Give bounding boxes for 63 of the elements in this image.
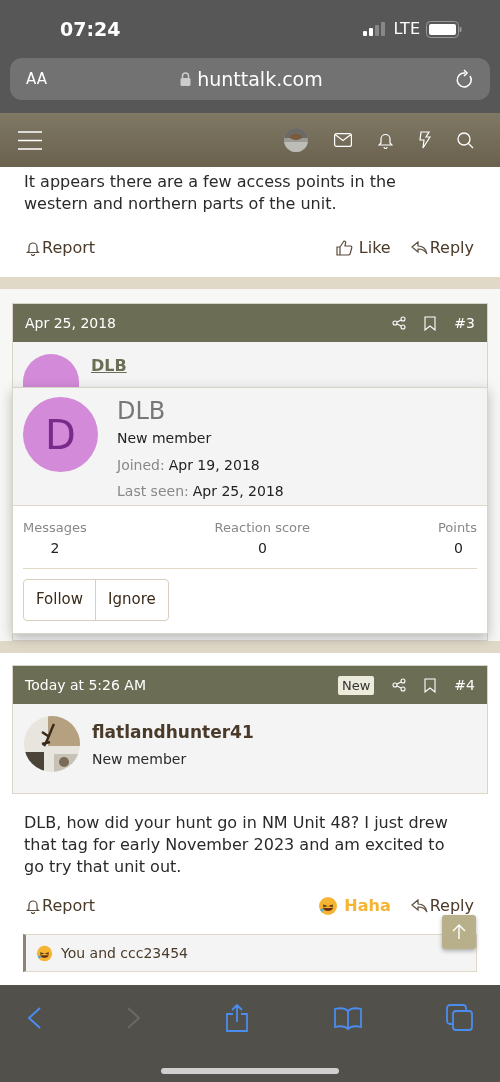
address-bar[interactable]: AA hunttalk.com — [10, 58, 490, 100]
reactions-bar[interactable]: You and ccc23454 — [23, 934, 477, 972]
stat-label: Reaction score — [214, 519, 311, 537]
bookmarks-icon[interactable] — [332, 1006, 363, 1030]
text-size-button[interactable]: AA — [26, 67, 47, 91]
joined-date: Apr 19, 2018 — [168, 456, 260, 475]
bell-icon[interactable] — [378, 131, 393, 149]
stat-label: Messages — [23, 519, 87, 537]
stat-value: 0 — [257, 538, 267, 558]
member-title: New member — [92, 749, 188, 769]
status-time: 07:24 — [60, 16, 121, 42]
bookmark-icon[interactable] — [424, 315, 437, 331]
member-title: New member — [117, 429, 213, 448]
stat-value: 0 — [454, 538, 464, 558]
laughing-emoji-icon — [36, 944, 53, 962]
member-action-button[interactable]: Ignore — [95, 579, 168, 620]
post-text: It appears there are a few access points in the western and northern parts of the unit. — [23, 171, 397, 215]
post-text: DLB, how did your hunt go in NM Unit 48? I just drew that tag for early November 2023 and am excited to go try that unit out. — [23, 812, 449, 878]
lightning-icon[interactable] — [419, 131, 431, 149]
network-label: LTE — [393, 18, 420, 40]
reply-icon — [410, 241, 428, 255]
battery-icon — [426, 20, 462, 38]
post-date[interactable]: Today at 5:26 AM — [25, 674, 146, 696]
search-icon[interactable] — [457, 131, 474, 149]
report-link[interactable]: Report — [26, 894, 96, 918]
author-link[interactable]: DLB — [91, 354, 127, 374]
author-name[interactable]: flatlandhunter41 — [92, 720, 254, 746]
reply-link[interactable]: Reply — [410, 236, 474, 260]
member-action-button[interactable]: Follow — [24, 579, 96, 620]
post-number[interactable]: #3 — [454, 312, 475, 334]
mail-icon[interactable] — [334, 133, 352, 147]
reply-link[interactable]: Reply — [410, 894, 474, 918]
thumbs-up-icon — [335, 240, 353, 256]
stat-label: Points — [437, 519, 477, 537]
avatar[interactable] — [23, 354, 79, 387]
share-icon[interactable] — [225, 1003, 249, 1033]
share-icon[interactable] — [392, 316, 407, 330]
post-number[interactable]: #4 — [454, 674, 475, 696]
back-icon[interactable] — [26, 1006, 42, 1030]
menu-icon[interactable] — [18, 130, 42, 150]
arrow-up-icon — [452, 924, 466, 940]
post-date[interactable]: Apr 25, 2018 — [25, 312, 116, 334]
tabs-icon[interactable] — [446, 1004, 474, 1032]
reactions-summary: You and ccc23454 — [61, 943, 188, 963]
signal-icon — [363, 22, 388, 36]
reply-icon — [410, 899, 428, 913]
reload-icon[interactable] — [456, 69, 474, 89]
new-badge: New — [338, 675, 375, 695]
bookmark-icon[interactable] — [424, 677, 437, 693]
lock-icon — [180, 72, 192, 86]
member-name[interactable]: DLB — [117, 397, 284, 425]
last-seen-label: Last seen: — [117, 482, 189, 501]
bell-icon — [26, 898, 40, 914]
url-text: hunttalk.com — [197, 66, 323, 92]
stat-value: 2 — [50, 538, 60, 558]
last-seen-date: Apr 25, 2018 — [192, 482, 284, 501]
share-icon[interactable] — [392, 678, 407, 692]
like-link[interactable]: Like — [335, 236, 391, 260]
report-link[interactable]: Report — [26, 236, 96, 260]
bell-icon — [26, 240, 40, 256]
avatar[interactable]: D — [23, 397, 98, 472]
laughing-emoji-icon — [318, 896, 339, 916]
joined-label: Joined: — [117, 456, 165, 475]
